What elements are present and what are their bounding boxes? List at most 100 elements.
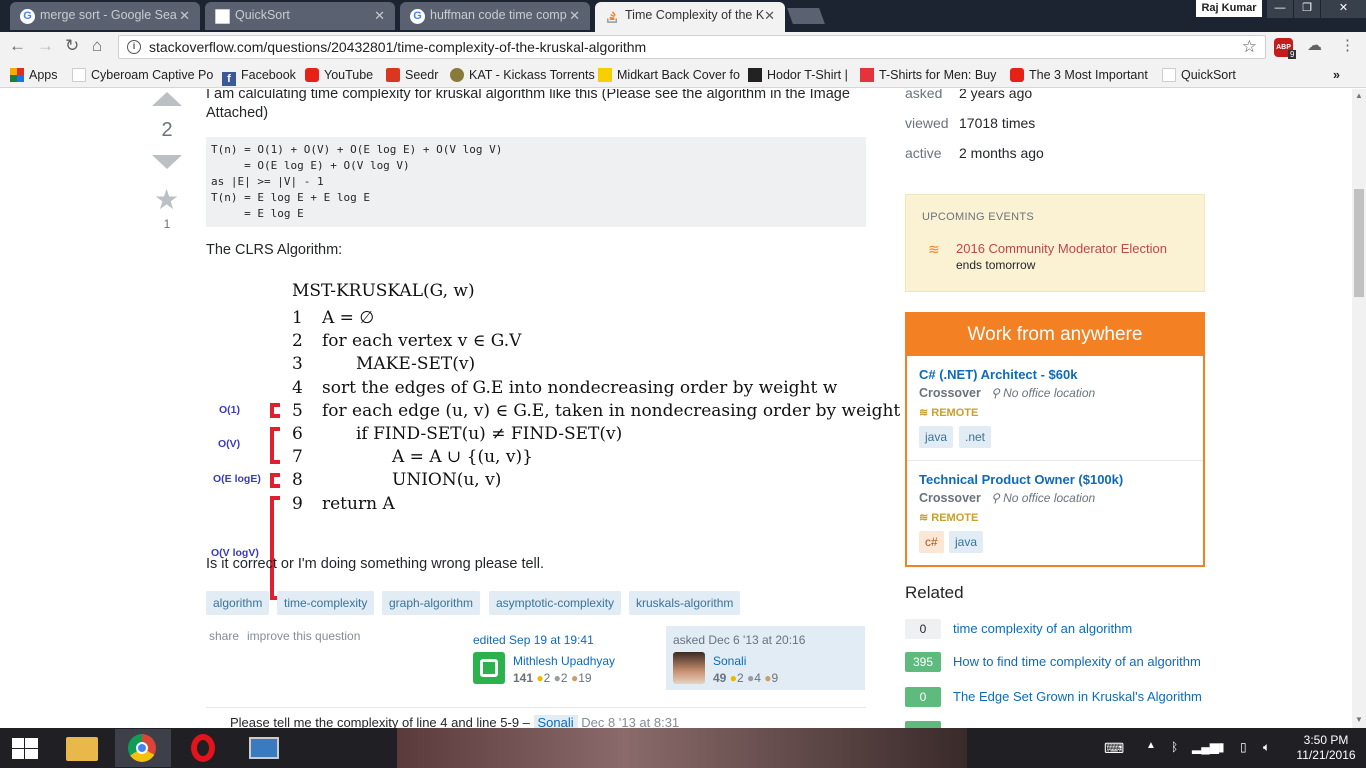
improve-link[interactable]: improve this question <box>247 629 360 643</box>
tab-time-complexity[interactable]: Time Complexity of the K ✕ <box>595 2 785 32</box>
close-icon[interactable]: ✕ <box>569 8 580 24</box>
comment-user[interactable]: Sonali <box>533 715 578 728</box>
job-tag[interactable]: c# <box>919 531 944 553</box>
event-link[interactable]: 2016 Community Moderator Election <box>956 241 1167 256</box>
close-icon[interactable]: ✕ <box>374 8 385 24</box>
jobs-header[interactable]: Work from anywhere <box>907 314 1203 356</box>
upvote-icon[interactable] <box>152 92 182 106</box>
clock[interactable]: 3:50 PM 11/21/2016 <box>1290 733 1362 763</box>
tray-arrow-icon[interactable]: ▲ <box>1146 740 1156 751</box>
extension-icon[interactable]: ☁ <box>1307 36 1322 54</box>
tab-quicksort[interactable]: QuickSort ✕ <box>205 2 395 30</box>
bookmarks-more[interactable]: » <box>1333 68 1340 82</box>
close-icon[interactable]: ✕ <box>179 8 190 24</box>
scrollbar[interactable]: ▲ ▼ <box>1352 89 1366 728</box>
windows-start-icon[interactable] <box>12 738 38 759</box>
avatar[interactable] <box>673 652 705 684</box>
tag-algorithm[interactable]: algorithm <box>206 591 270 615</box>
home-icon[interactable]: ⌂ <box>92 36 102 56</box>
algorithm-line: A = ∅ <box>322 308 375 328</box>
chrome-icon[interactable] <box>115 729 171 767</box>
bookmark-youtube[interactable]: YouTube <box>305 68 373 82</box>
algorithm-line: sort the edges of G.E into nondecreasing… <box>322 378 838 398</box>
algorithm-line: A = A ∪ {(u, v)} <box>392 447 533 467</box>
restore-button[interactable]: ❐ <box>1294 0 1320 18</box>
favorite-star-icon[interactable]: ★ <box>154 183 179 216</box>
downvote-icon[interactable] <box>152 155 182 169</box>
tag-asymptotic-complexity[interactable]: asymptotic-complexity <box>489 591 622 615</box>
bluetooth-icon[interactable]: ᛒ <box>1171 740 1178 754</box>
tag-graph-algorithm[interactable]: graph-algorithm <box>382 591 481 615</box>
bookmark-seedr[interactable]: Seedr <box>386 68 438 82</box>
editor-name[interactable]: Mithlesh Upadhyay <box>513 654 615 668</box>
algorithm-line: for each vertex v ∈ G.V <box>322 331 522 351</box>
avatar-pattern <box>480 659 498 677</box>
close-icon[interactable]: ✕ <box>764 8 775 24</box>
bookmark-hodor[interactable]: Hodor T-Shirt | <box>748 68 848 82</box>
bookmark-cyberoam[interactable]: Cyberoam Captive Po <box>72 68 213 82</box>
share-link[interactable]: share <box>209 629 239 643</box>
asker-name[interactable]: Sonali <box>713 654 746 668</box>
question-outro: Is it correct or I'm doing something wro… <box>206 556 545 572</box>
upcoming-events: UPCOMING EVENTS ≋ 2016 Community Moderat… <box>905 194 1205 292</box>
stackoverflow-icon <box>607 11 617 23</box>
favorite-count: 1 <box>163 217 171 231</box>
algorithm-line: return A <box>322 494 395 514</box>
job-title[interactable]: C# (.NET) Architect - $60k <box>919 367 1077 382</box>
minimize-button[interactable]: — <box>1267 0 1293 18</box>
active-value[interactable]: 2 months ago <box>959 145 1044 161</box>
document-icon <box>215 9 230 24</box>
job-title[interactable]: Technical Product Owner ($100k) <box>919 472 1123 487</box>
related-header: Related <box>905 583 964 602</box>
bookmark-tshirts[interactable]: T-Shirts for Men: Buy <box>860 68 996 82</box>
volume-icon[interactable]: 🔈︎ <box>1263 740 1270 755</box>
wifi-icon: ≋ <box>919 512 932 524</box>
bookmark-midkart[interactable]: Midkart Back Cover fo <box>598 68 740 82</box>
tag-kruskals-algorithm[interactable]: kruskals-algorithm <box>629 591 741 615</box>
reload-icon[interactable]: ↻ <box>65 36 79 56</box>
tag-time-complexity[interactable]: time-complexity <box>277 591 375 615</box>
photos-icon[interactable] <box>236 729 292 767</box>
event-sub: ends tomorrow <box>956 258 1036 272</box>
bookmarks-bar: Apps Cyberoam Captive Po f Facebook YouTu… <box>0 62 1366 88</box>
bookmark-apps[interactable]: Apps <box>10 68 58 82</box>
midkart-icon <box>598 68 612 82</box>
bracket-line-4 <box>270 473 280 488</box>
apps-icon <box>10 68 24 82</box>
algorithm-line: MAKE-SET(v) <box>356 354 476 374</box>
job-tag[interactable]: .net <box>959 426 992 448</box>
signal-icon[interactable]: ▂▄▆ <box>1192 740 1219 754</box>
file-explorer-icon[interactable] <box>54 729 110 767</box>
back-icon[interactable]: ← <box>9 36 26 56</box>
info-icon[interactable]: i <box>127 40 141 54</box>
edited-time[interactable]: edited Sep 19 at 19:41 <box>473 633 594 647</box>
avatar[interactable] <box>473 652 505 684</box>
address-bar[interactable]: i stackoverflow.com/questions/20432801/t… <box>118 35 1266 59</box>
scrollbar-thumb[interactable] <box>1354 189 1364 297</box>
related-link[interactable]: The Edge Set Grown in Kruskal's Algorith… <box>953 689 1202 704</box>
bookmark-quicksort[interactable]: QuickSort <box>1162 68 1236 82</box>
battery-icon[interactable]: ▯ <box>1240 740 1247 754</box>
scroll-up-icon[interactable]: ▲ <box>1355 91 1363 100</box>
asker-card: asked Dec 6 '13 at 20:16 Sonali 49 ●2 ●4… <box>666 626 865 690</box>
menu-icon[interactable]: ⋮ <box>1340 36 1355 54</box>
tab-huffman[interactable]: G huffman code time comp ✕ <box>400 2 590 30</box>
opera-icon[interactable] <box>176 729 232 767</box>
related-link[interactable]: How to find time complexity of an algori… <box>953 654 1201 669</box>
bookmark-kat[interactable]: KAT - Kickass Torrents <box>450 68 595 82</box>
scroll-down-icon[interactable]: ▼ <box>1355 715 1363 724</box>
job-tag[interactable]: java <box>949 531 984 553</box>
close-window-button[interactable]: ✕ <box>1321 0 1366 18</box>
keyboard-icon[interactable]: ⌨ <box>1104 740 1124 757</box>
forward-icon[interactable]: → <box>37 36 54 56</box>
bookmark-star-icon[interactable]: ☆ <box>1242 37 1257 57</box>
tab-merge-sort[interactable]: G merge sort - Google Sea ✕ <box>10 2 200 30</box>
bookmark-youtube-2[interactable]: The 3 Most Important <box>1010 68 1148 82</box>
profile-name[interactable]: Raj Kumar <box>1196 0 1262 17</box>
network-icon[interactable]: ▮ <box>1218 740 1225 754</box>
new-tab-button[interactable] <box>787 8 825 24</box>
bookmark-facebook[interactable]: f Facebook <box>222 68 296 86</box>
youtube-icon <box>305 68 319 82</box>
job-tag[interactable]: java <box>919 426 954 448</box>
related-link[interactable]: time complexity of an algorithm <box>953 621 1132 636</box>
